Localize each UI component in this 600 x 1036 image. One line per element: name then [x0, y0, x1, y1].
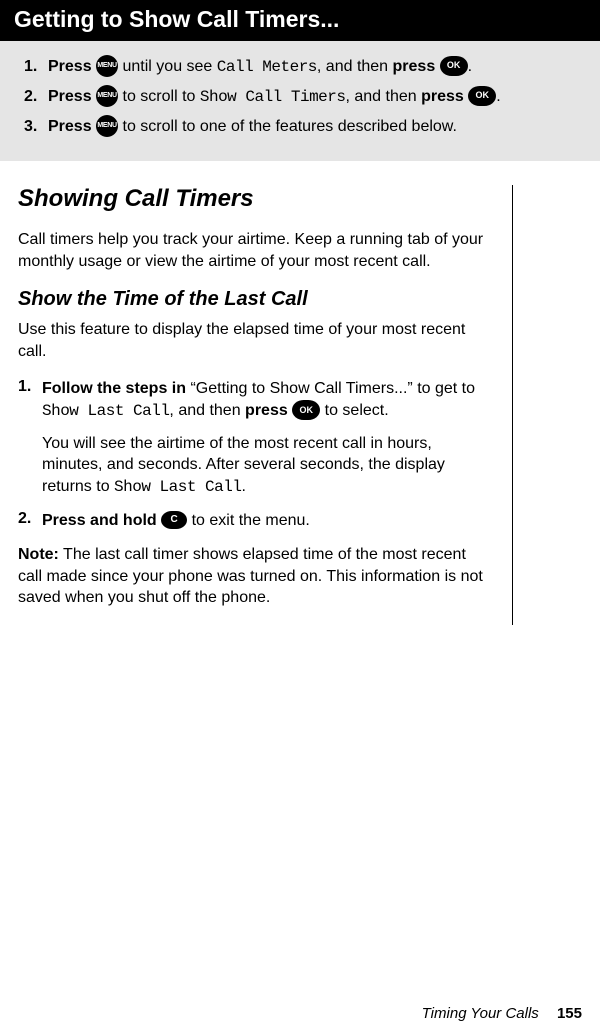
- text: .: [241, 478, 245, 495]
- press-label: Press: [48, 118, 96, 135]
- page-number: 155: [557, 1005, 582, 1022]
- step-content: Press MENU until you see Call Meters, an…: [48, 55, 582, 79]
- step-top-3: 3. Press MENU to scroll to one of the fe…: [24, 115, 582, 139]
- intro-paragraph: Call timers help you track your airtime.…: [18, 229, 484, 272]
- step-bottom-2: 2. Press and hold C to exit the menu.: [42, 510, 484, 532]
- ok-button-icon: OK: [292, 400, 320, 420]
- note-label: Note:: [18, 546, 59, 563]
- text: to select.: [320, 402, 388, 419]
- ok-button-icon: OK: [468, 86, 496, 106]
- banner-title: Getting to Show Call Timers...: [14, 6, 339, 32]
- section-heading: Showing Call Timers: [18, 185, 484, 213]
- press-label: press: [421, 88, 468, 105]
- step-content: Press MENU to scroll to one of the featu…: [48, 115, 582, 139]
- main-column: Showing Call Timers Call timers help you…: [18, 185, 512, 625]
- sidebar-column: [512, 185, 582, 625]
- steps-top-list: 1. Press MENU until you see Call Meters,…: [24, 55, 582, 139]
- note-text: The last call timer shows elapsed time o…: [18, 546, 483, 606]
- press-label: Press: [48, 58, 96, 75]
- text: .: [496, 88, 500, 105]
- text: to exit the menu.: [187, 512, 310, 529]
- step-num: 3.: [24, 115, 48, 139]
- menu-button-icon: MENU: [96, 115, 118, 137]
- press-label: Press: [48, 88, 96, 105]
- text: , and then: [345, 88, 421, 105]
- subsection-heading: Show the Time of the Last Call: [18, 288, 484, 311]
- press-label: press: [245, 402, 292, 419]
- c-button-icon: C: [161, 511, 187, 529]
- note-paragraph: Note: The last call timer shows elapsed …: [18, 544, 484, 609]
- bold-text: Press and hold: [42, 512, 161, 529]
- content-wrapper: Showing Call Timers Call timers help you…: [0, 161, 600, 625]
- step-content: Follow the steps in “Getting to Show Cal…: [42, 378, 484, 498]
- banner-header: Getting to Show Call Timers...: [0, 0, 600, 41]
- menu-item-mono: Show Call Timers: [200, 88, 346, 106]
- text: , and then: [169, 402, 245, 419]
- menu-button-icon: MENU: [96, 85, 118, 107]
- subsection-intro: Use this feature to display the elapsed …: [18, 319, 484, 362]
- step-top-2: 2. Press MENU to scroll to Show Call Tim…: [24, 85, 582, 109]
- sub-paragraph: You will see the airtime of the most rec…: [42, 433, 484, 499]
- text: “Getting to Show Call Timers...” to get …: [186, 380, 475, 397]
- ok-button-icon: OK: [440, 56, 468, 76]
- menu-button-icon: MENU: [96, 55, 118, 77]
- menu-item-mono: Show Last Call: [114, 478, 241, 496]
- press-label: press: [393, 58, 440, 75]
- text: to scroll to one of the features describ…: [118, 118, 457, 135]
- step-bottom-1: 1. Follow the steps in “Getting to Show …: [42, 378, 484, 498]
- text: until you see: [118, 58, 217, 75]
- page-footer: Timing Your Calls 155: [422, 1005, 582, 1022]
- step-num: 2.: [18, 510, 31, 528]
- step-content: Press and hold C to exit the menu.: [42, 510, 484, 532]
- step-num: 1.: [18, 378, 31, 396]
- step-num: 2.: [24, 85, 48, 109]
- footer-section: Timing Your Calls: [422, 1005, 539, 1022]
- bold-text: Follow the steps in: [42, 380, 186, 397]
- step-top-1: 1. Press MENU until you see Call Meters,…: [24, 55, 582, 79]
- step-num: 1.: [24, 55, 48, 79]
- text: , and then: [317, 58, 393, 75]
- text: to scroll to: [118, 88, 200, 105]
- menu-item-mono: Call Meters: [217, 58, 317, 76]
- text: .: [468, 58, 472, 75]
- steps-box: 1. Press MENU until you see Call Meters,…: [0, 41, 600, 161]
- steps-bottom-list: 1. Follow the steps in “Getting to Show …: [18, 378, 484, 532]
- step-content: Press MENU to scroll to Show Call Timers…: [48, 85, 582, 109]
- menu-item-mono: Show Last Call: [42, 402, 169, 420]
